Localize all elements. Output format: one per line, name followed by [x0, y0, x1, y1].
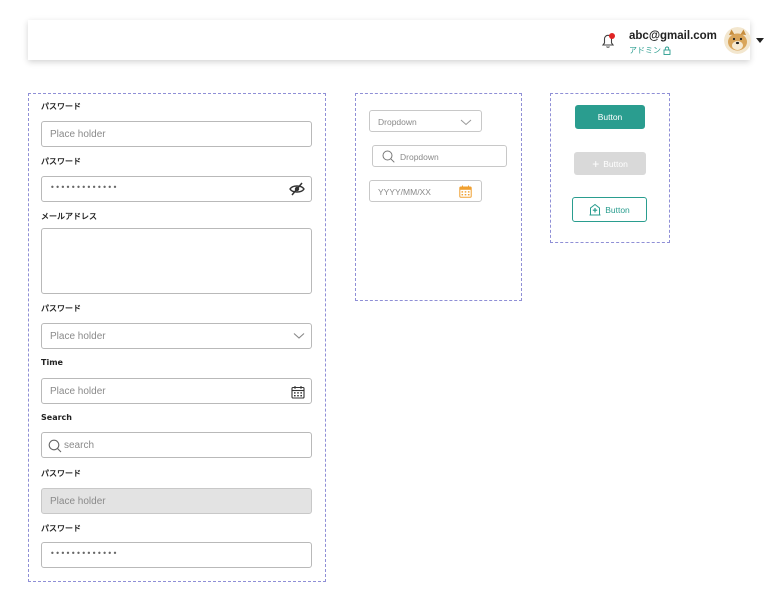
field-label: Search — [41, 413, 72, 422]
user-email: abc@gmail.com — [629, 30, 717, 42]
chevron-down-icon — [293, 333, 305, 339]
email-textarea[interactable] — [41, 228, 312, 294]
field-label: パスワード — [41, 102, 81, 111]
button-label: Button — [603, 158, 628, 169]
placeholder-text: Place holder — [50, 386, 106, 397]
field-label: パスワード — [41, 304, 81, 313]
password-input-masked[interactable]: ••••••••••••• — [41, 542, 312, 568]
plus-icon: + — [592, 156, 600, 171]
calendar-icon[interactable] — [291, 385, 305, 399]
field-label: パスワード — [41, 157, 81, 166]
placeholder-text: Place holder — [50, 129, 106, 140]
password-input[interactable]: Place holder — [41, 121, 312, 147]
button-label: Button — [605, 204, 630, 215]
field-label: パスワード — [41, 469, 81, 478]
caret-down-icon[interactable] — [756, 38, 764, 43]
disabled-add-button: + Button — [574, 152, 646, 175]
select-dropdown[interactable]: Place holder — [41, 323, 312, 349]
lock-icon — [663, 46, 671, 55]
search-icon — [382, 150, 395, 163]
primary-button[interactable]: Button — [575, 105, 645, 129]
date-picker[interactable]: YYYY/MM/XX — [369, 180, 482, 202]
field-label: メールアドレス — [41, 212, 97, 221]
avatar[interactable] — [724, 27, 751, 54]
search-icon — [48, 439, 62, 453]
masked-value: ••••••••••••• — [50, 549, 118, 558]
chevron-down-icon — [460, 119, 472, 126]
outline-button[interactable]: Button — [572, 197, 647, 222]
dropdown-placeholder: Dropdown — [378, 117, 417, 127]
field-label: パスワード — [41, 524, 81, 533]
disabled-input: Place holder — [41, 488, 312, 514]
date-placeholder: YYYY/MM/XX — [378, 187, 431, 197]
calendar-icon[interactable] — [459, 185, 472, 198]
eye-off-icon[interactable] — [289, 182, 305, 196]
search-input[interactable]: search — [41, 432, 312, 458]
placeholder-text: search — [64, 440, 95, 451]
small-dropdown[interactable]: Dropdown — [369, 110, 482, 132]
top-header: abc@gmail.com アドミン — [28, 20, 764, 60]
user-role-label: アドミン — [629, 46, 661, 55]
search-dropdown[interactable]: Dropdown — [372, 145, 507, 167]
time-input[interactable]: Place holder — [41, 378, 312, 404]
bell-icon[interactable] — [600, 32, 616, 50]
placeholder-text: Place holder — [50, 496, 106, 507]
placeholder-text: Place holder — [50, 331, 106, 342]
hospital-icon — [589, 203, 601, 216]
button-label: Button — [597, 112, 623, 122]
password-hidden-input[interactable]: ••••••••••••• — [41, 176, 312, 202]
field-label: Time — [41, 358, 63, 367]
user-role: アドミン — [629, 45, 671, 56]
notification-dot — [609, 33, 615, 39]
dropdown-placeholder: Dropdown — [400, 152, 439, 162]
masked-value: ••••••••••••• — [50, 183, 118, 192]
